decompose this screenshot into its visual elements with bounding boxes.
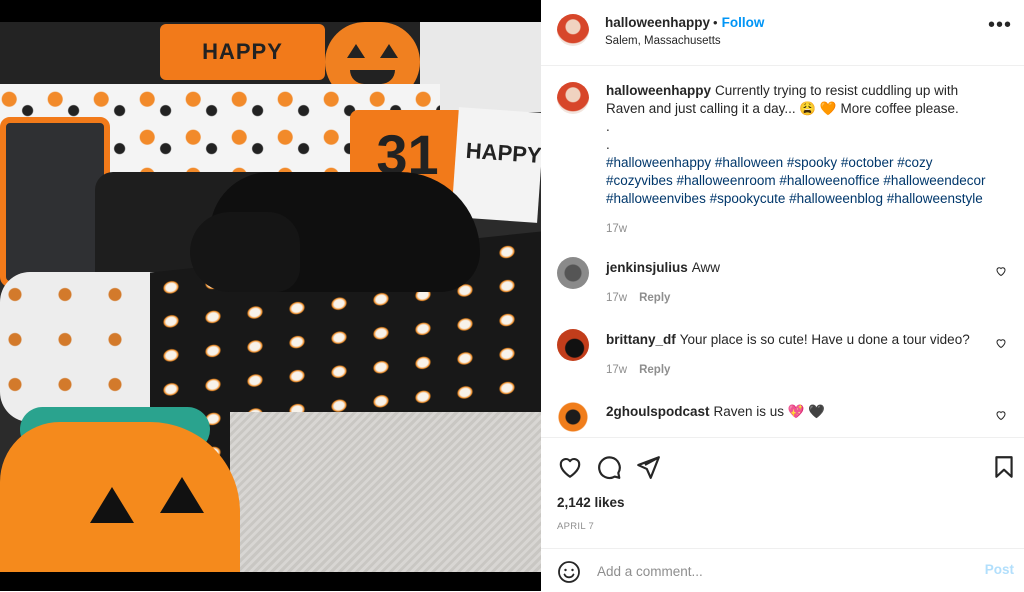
pillow-haunted-house xyxy=(0,117,110,287)
heart-icon[interactable] xyxy=(557,454,583,480)
comment-age[interactable]: 17w xyxy=(606,364,627,376)
carpet xyxy=(230,412,541,572)
avatar[interactable] xyxy=(557,401,589,433)
post-header: halloweenhappy • Follow Salem, Massachuset… xyxy=(541,0,1024,66)
post-location[interactable]: Salem, Massachusetts xyxy=(605,35,721,47)
pumpkin-pouf xyxy=(0,422,240,572)
bookmark-icon[interactable] xyxy=(991,454,1017,480)
comment-username[interactable]: 2ghoulspodcast xyxy=(606,404,710,419)
likes-count[interactable]: 2,142 likes xyxy=(557,495,625,510)
comment-icon[interactable] xyxy=(596,454,622,480)
heart-icon[interactable] xyxy=(995,409,1007,421)
caption-hashtags[interactable]: #halloweenhappy #halloween #spooky #octo… xyxy=(606,155,986,206)
reply-button[interactable]: Reply xyxy=(639,364,670,376)
post-media[interactable]: HAPPY HALLOWEE 31 HAPPY xyxy=(0,0,541,591)
post-username[interactable]: halloweenhappy xyxy=(605,15,710,30)
caption-dot: . xyxy=(606,119,610,134)
comment-text: Aww xyxy=(691,260,721,275)
add-comment-bar: Post xyxy=(541,548,1024,592)
post-side-panel: halloweenhappy • Follow Salem, Massachuset… xyxy=(541,0,1024,591)
comment-username[interactable]: jenkinsjulius xyxy=(606,260,688,275)
heart-icon[interactable] xyxy=(995,265,1007,277)
comment-username[interactable]: brittany_df xyxy=(606,332,676,347)
separator-dot: • xyxy=(713,15,718,30)
caption-username[interactable]: halloweenhappy xyxy=(606,83,711,98)
comment-input[interactable] xyxy=(595,559,959,583)
avatar[interactable] xyxy=(557,257,589,289)
post-actions: 2,142 likes APRIL 7 xyxy=(541,437,1024,548)
avatar[interactable] xyxy=(557,82,589,114)
pillow-happy-halloween: HAPPY HALLOWEE xyxy=(160,24,325,120)
avatar[interactable] xyxy=(557,329,589,361)
comment-age[interactable]: 17w xyxy=(606,292,627,304)
dog-head xyxy=(190,212,300,292)
post-photo: HAPPY HALLOWEE 31 HAPPY xyxy=(0,22,541,572)
emoji-icon[interactable] xyxy=(557,560,581,584)
caption-dot: . xyxy=(606,137,610,152)
more-options-icon[interactable]: ••• xyxy=(988,15,1012,35)
comment-text: Raven is us 💖 🖤 xyxy=(713,404,826,419)
heart-icon[interactable] xyxy=(995,337,1007,349)
caption-age[interactable]: 17w xyxy=(606,223,627,235)
post-comment-button[interactable]: Post xyxy=(985,562,1014,577)
share-icon[interactable] xyxy=(635,454,661,480)
post-date[interactable]: APRIL 7 xyxy=(557,521,594,532)
comment-text: Your place is so cute! Have u done a tou… xyxy=(679,332,970,347)
comments-section[interactable]: halloweenhappy Currently trying to resist… xyxy=(541,66,1024,436)
avatar[interactable] xyxy=(557,14,589,46)
follow-button[interactable]: Follow xyxy=(722,15,765,30)
reply-button[interactable]: Reply xyxy=(639,292,670,304)
